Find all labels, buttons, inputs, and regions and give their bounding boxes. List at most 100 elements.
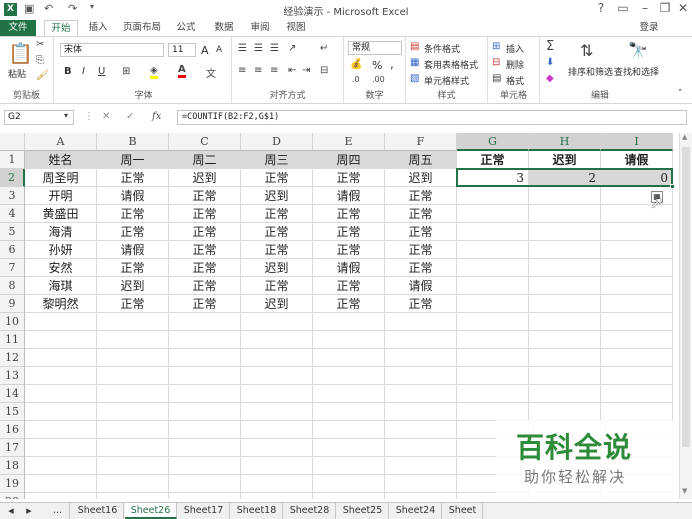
cell-d7[interactable]: 迟到: [241, 259, 313, 277]
cell-b10[interactable]: [97, 313, 169, 331]
cell-b5[interactable]: 正常: [97, 223, 169, 241]
cell-a11[interactable]: [25, 331, 97, 349]
cell-i8[interactable]: [601, 277, 673, 295]
tab-home[interactable]: 开始: [44, 20, 78, 37]
cell-g6[interactable]: [457, 241, 529, 259]
tab-formulas[interactable]: 公式: [172, 20, 200, 36]
row-header-6[interactable]: 6: [0, 241, 25, 259]
font-name-select[interactable]: 宋体: [60, 43, 164, 57]
cell-e6[interactable]: 正常: [313, 241, 385, 259]
enter-icon[interactable]: ✓: [126, 111, 134, 122]
column-header-a[interactable]: A: [25, 133, 97, 151]
insert-cells-button[interactable]: 插入: [506, 42, 524, 55]
cell-h4[interactable]: [529, 205, 601, 223]
cell-c3[interactable]: 正常: [169, 187, 241, 205]
cell-e17[interactable]: [313, 439, 385, 457]
close-icon[interactable]: ✕: [672, 1, 692, 15]
paste-icon[interactable]: 📋: [8, 41, 33, 65]
cell-d3[interactable]: 迟到: [241, 187, 313, 205]
cell-b20[interactable]: [97, 493, 169, 499]
cell-g5[interactable]: [457, 223, 529, 241]
font-color-icon[interactable]: A: [178, 64, 186, 78]
row-header-17[interactable]: 17: [0, 439, 25, 457]
cell-i12[interactable]: [601, 349, 673, 367]
collapse-ribbon-icon[interactable]: ˄: [678, 89, 683, 99]
sheet-tab-sheet[interactable]: Sheet: [443, 503, 483, 519]
copy-icon[interactable]: ⎘: [36, 55, 44, 66]
cell-b9[interactable]: 正常: [97, 295, 169, 313]
cut-icon[interactable]: ✂: [36, 39, 44, 50]
cell-a14[interactable]: [25, 385, 97, 403]
decrease-decimal-icon[interactable]: .00: [372, 75, 385, 84]
format-cells-button[interactable]: 格式: [506, 74, 524, 87]
formula-input[interactable]: =COUNTIF(B2:F2,G$1): [177, 110, 687, 125]
cell-a12[interactable]: [25, 349, 97, 367]
cell-f19[interactable]: [385, 475, 457, 493]
fill-color-icon[interactable]: ◈: [150, 65, 158, 79]
cell-i2[interactable]: 0: [601, 169, 673, 187]
grow-font-button[interactable]: A: [201, 44, 209, 57]
cell-a17[interactable]: [25, 439, 97, 457]
format-painter-icon[interactable]: 🖌: [36, 70, 49, 81]
cell-d1[interactable]: 周三: [241, 151, 313, 169]
scroll-down-icon[interactable]: ▼: [682, 487, 687, 495]
cell-c19[interactable]: [169, 475, 241, 493]
cell-c13[interactable]: [169, 367, 241, 385]
vertical-scrollbar[interactable]: ▲ ▼: [679, 133, 692, 499]
cell-e1[interactable]: 周四: [313, 151, 385, 169]
cell-b4[interactable]: 正常: [97, 205, 169, 223]
cell-b3[interactable]: 请假: [97, 187, 169, 205]
delete-cells-button[interactable]: 删除: [506, 58, 524, 71]
cell-e3[interactable]: 请假: [313, 187, 385, 205]
cell-c18[interactable]: [169, 457, 241, 475]
cell-h14[interactable]: [529, 385, 601, 403]
merge-center-icon[interactable]: ⊟: [320, 65, 328, 76]
autosum-icon[interactable]: Σ: [546, 39, 554, 54]
sheet-tab-sheet24[interactable]: Sheet24: [390, 503, 442, 519]
column-header-h[interactable]: H: [529, 133, 601, 151]
cell-g3[interactable]: [457, 187, 529, 205]
cell-a10[interactable]: [25, 313, 97, 331]
column-header-f[interactable]: F: [385, 133, 457, 151]
tab-page-layout[interactable]: 页面布局: [120, 20, 164, 36]
row-header-19[interactable]: 19: [0, 475, 25, 493]
cell-a20[interactable]: [25, 493, 97, 499]
cell-i14[interactable]: [601, 385, 673, 403]
cell-i9[interactable]: [601, 295, 673, 313]
ribbon-display-icon[interactable]: ▭: [612, 1, 634, 15]
cell-h15[interactable]: [529, 403, 601, 421]
cell-f18[interactable]: [385, 457, 457, 475]
cell-a13[interactable]: [25, 367, 97, 385]
cell-e16[interactable]: [313, 421, 385, 439]
cell-h12[interactable]: [529, 349, 601, 367]
cell-f8[interactable]: 请假: [385, 277, 457, 295]
cell-d18[interactable]: [241, 457, 313, 475]
column-header-c[interactable]: C: [169, 133, 241, 151]
tab-review[interactable]: 审阅: [246, 20, 274, 36]
cell-d15[interactable]: [241, 403, 313, 421]
cell-b15[interactable]: [97, 403, 169, 421]
cell-g14[interactable]: [457, 385, 529, 403]
cell-f9[interactable]: 正常: [385, 295, 457, 313]
conditional-format-button[interactable]: 条件格式: [424, 42, 460, 55]
cell-c10[interactable]: [169, 313, 241, 331]
cell-f1[interactable]: 周五: [385, 151, 457, 169]
cell-d20[interactable]: [241, 493, 313, 499]
sheet-tab-sheet25[interactable]: Sheet25: [337, 503, 389, 519]
cell-b11[interactable]: [97, 331, 169, 349]
cell-e8[interactable]: 正常: [313, 277, 385, 295]
cell-a8[interactable]: 海琪: [25, 277, 97, 295]
bold-button[interactable]: B: [64, 66, 72, 77]
cell-d5[interactable]: 正常: [241, 223, 313, 241]
cell-c11[interactable]: [169, 331, 241, 349]
cell-b17[interactable]: [97, 439, 169, 457]
row-header-1[interactable]: 1: [0, 151, 25, 169]
cell-d13[interactable]: [241, 367, 313, 385]
row-header-20[interactable]: 20: [0, 493, 25, 499]
cell-f6[interactable]: 正常: [385, 241, 457, 259]
cell-f17[interactable]: [385, 439, 457, 457]
cell-e12[interactable]: [313, 349, 385, 367]
align-right-icon[interactable]: ≡: [270, 65, 278, 76]
sheet-tab-sheet18[interactable]: Sheet18: [231, 503, 283, 519]
underline-button[interactable]: U: [98, 66, 105, 77]
